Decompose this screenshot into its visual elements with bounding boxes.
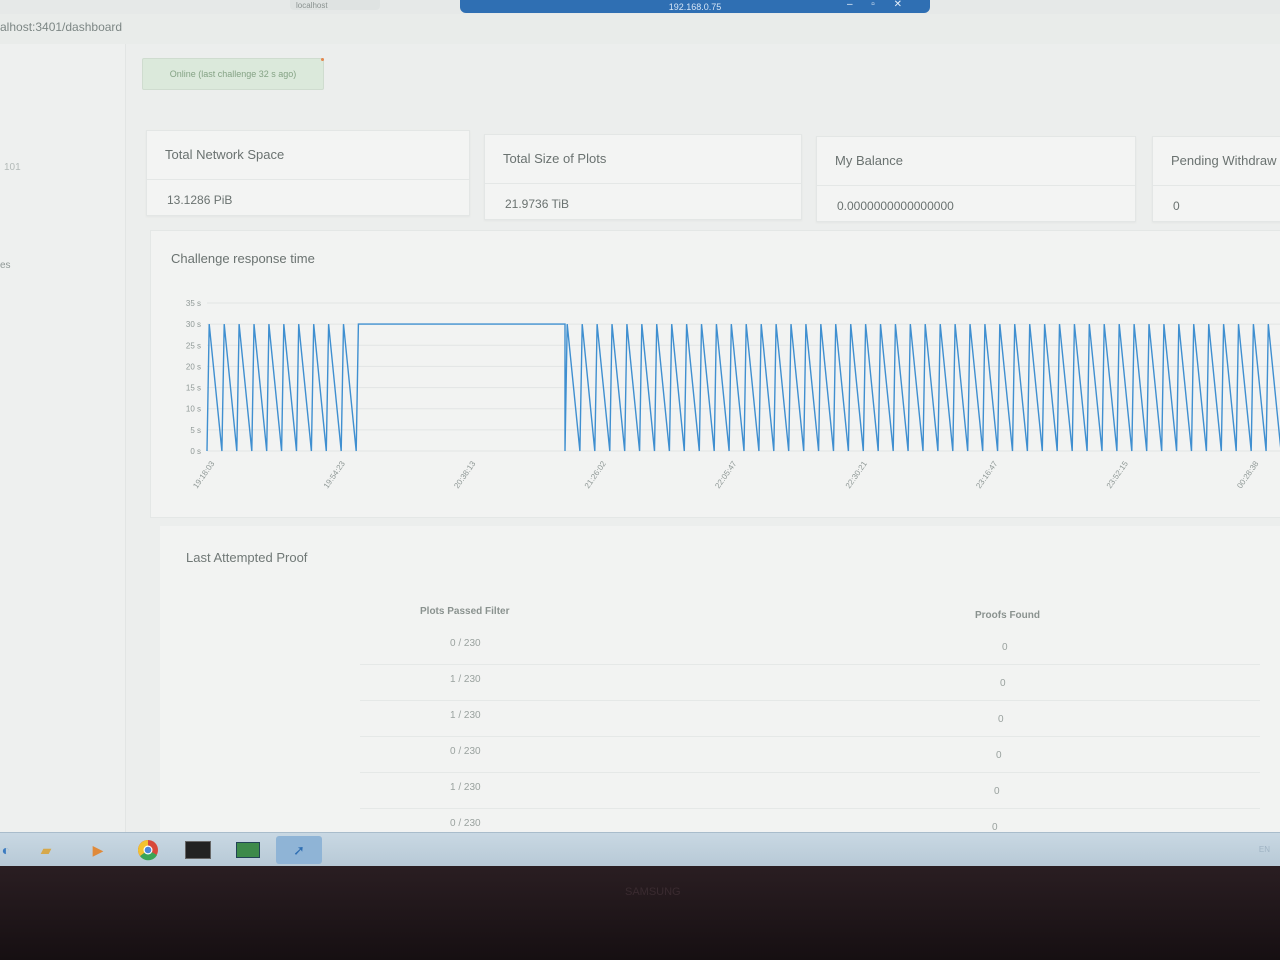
media-player-icon[interactable]: ▶ (78, 836, 118, 864)
table-row-divider (360, 772, 1260, 773)
card-divider (485, 183, 801, 184)
cell-plots-passed: 1 / 230 (450, 674, 481, 685)
x-tick-label: 23:16:47 (974, 459, 1000, 490)
explorer-icon[interactable]: ▰ (26, 836, 66, 864)
windows-taskbar: ◐ ▰ ▶ ➚ EN (0, 832, 1280, 867)
ie-icon[interactable]: ◐ (0, 836, 26, 864)
proof-card-title: Last Attempted Proof (186, 550, 308, 565)
stat-value: 0 (1173, 199, 1180, 213)
sidebar-item-fragment[interactable]: 101 (4, 162, 21, 173)
y-tick-label: 15 s (186, 384, 201, 393)
y-tick-label: 5 s (190, 426, 201, 435)
cell-plots-passed: 0 / 230 (450, 818, 481, 829)
cell-proofs-found: 0 (1002, 642, 1008, 653)
y-tick-label: 20 s (186, 362, 201, 371)
table-row-divider (360, 736, 1260, 737)
address-bar[interactable]: alhost:3401/dashboard (0, 14, 1280, 42)
table-row-divider (360, 664, 1260, 665)
terminal-icon[interactable] (178, 836, 218, 864)
stat-value: 0.0000000000000000 (837, 199, 954, 213)
stat-label: My Balance (835, 153, 903, 168)
table-row-divider (360, 808, 1260, 809)
stat-value: 21.9736 TiB (505, 197, 570, 211)
stat-card-network-space: Total Network Space 13.1286 PiB (146, 130, 470, 216)
sidebar: 101 es (0, 44, 126, 834)
remote-window-controls[interactable]: – ▫ ✕ (847, 0, 910, 10)
cell-proofs-found: 0 (998, 714, 1004, 725)
monitor-brand-label: SAMSUNG (625, 886, 681, 898)
y-tick-label: 30 s (186, 320, 201, 329)
stat-value: 13.1286 PiB (167, 193, 233, 207)
stat-label: Pending Withdraw (1171, 153, 1277, 168)
card-divider (147, 179, 469, 180)
remote-connection-bar[interactable]: 192.168.0.75 – ▫ ✕ (460, 0, 930, 13)
stat-card-balance: My Balance 0.0000000000000000 (816, 136, 1136, 222)
active-app-icon[interactable]: ➚ (276, 836, 322, 864)
stat-card-plot-size: Total Size of Plots 21.9736 TiB (484, 134, 802, 220)
cell-plots-passed: 0 / 230 (450, 746, 481, 757)
column-header-proofs-found: Proofs Found (975, 610, 1040, 621)
status-badge: Online (last challenge 32 s ago) (142, 58, 324, 90)
challenge-chart-card: Challenge response time 0 s5 s 10 s 15 s 20… (150, 230, 1280, 518)
monitor-bezel: SAMSUNG (0, 866, 1280, 960)
browser-tab-strip: localhost 192.168.0.75 – ▫ ✕ (0, 0, 1280, 14)
cell-proofs-found: 0 (996, 750, 1002, 761)
remote-title: 192.168.0.75 (668, 1, 722, 12)
cell-plots-passed: 1 / 230 (450, 710, 481, 721)
stat-label: Total Size of Plots (503, 151, 607, 166)
y-tick-label: 0 s (190, 447, 201, 456)
url-text[interactable]: alhost:3401/dashboard (0, 20, 122, 34)
card-divider (817, 185, 1135, 186)
last-proof-card: Last Attempted Proof Plots Passed Filter… (160, 526, 1280, 856)
x-tick-label: 19:54:23 (322, 459, 348, 490)
chrome-icon[interactable] (128, 836, 168, 864)
x-tick-label: 23:52:15 (1105, 459, 1131, 490)
stat-label: Total Network Space (165, 147, 285, 162)
cell-plots-passed: 0 / 230 (450, 638, 481, 649)
tab-label: localhost (296, 0, 328, 10)
x-tick-label: 19:18:03 (191, 459, 217, 490)
table-row-divider (360, 700, 1260, 701)
sidebar-item-fragment[interactable]: es (0, 260, 11, 271)
status-text: Online (last challenge 32 s ago) (169, 69, 297, 79)
cell-proofs-found: 0 (994, 786, 1000, 797)
x-tick-label: 22:30:21 (844, 459, 870, 490)
y-tick-label: 10 s (186, 405, 201, 414)
remote-desktop-icon[interactable] (228, 836, 268, 864)
x-tick-label: 00:28:38 (1235, 459, 1261, 490)
language-indicator[interactable]: EN (1259, 845, 1270, 854)
card-divider (1153, 185, 1280, 186)
x-tick-label: 21:26:02 (583, 459, 609, 490)
cell-plots-passed: 1 / 230 (450, 782, 481, 793)
browser-tab[interactable]: localhost (290, 0, 380, 10)
status-dot (321, 58, 324, 61)
challenge-response-chart: 0 s 5 s 10 s 15 s 20 s 25 s 30 s 35 s 19:18:03 19… (186, 299, 1280, 490)
y-tick-label: 35 s (186, 299, 201, 308)
stat-card-pending-withdraw: Pending Withdraw 0 (1152, 136, 1280, 222)
x-tick-label: 22:05:47 (713, 459, 739, 490)
column-header-plots-passed: Plots Passed Filter (420, 606, 510, 617)
x-tick-label: 20:38:13 (452, 459, 478, 490)
y-tick-label: 25 s (186, 341, 201, 350)
dashboard-main: Online (last challenge 32 s ago) Total N… (126, 44, 1280, 856)
screen: localhost 192.168.0.75 – ▫ ✕ alhost:3401… (0, 0, 1280, 868)
cell-proofs-found: 0 (1000, 678, 1006, 689)
